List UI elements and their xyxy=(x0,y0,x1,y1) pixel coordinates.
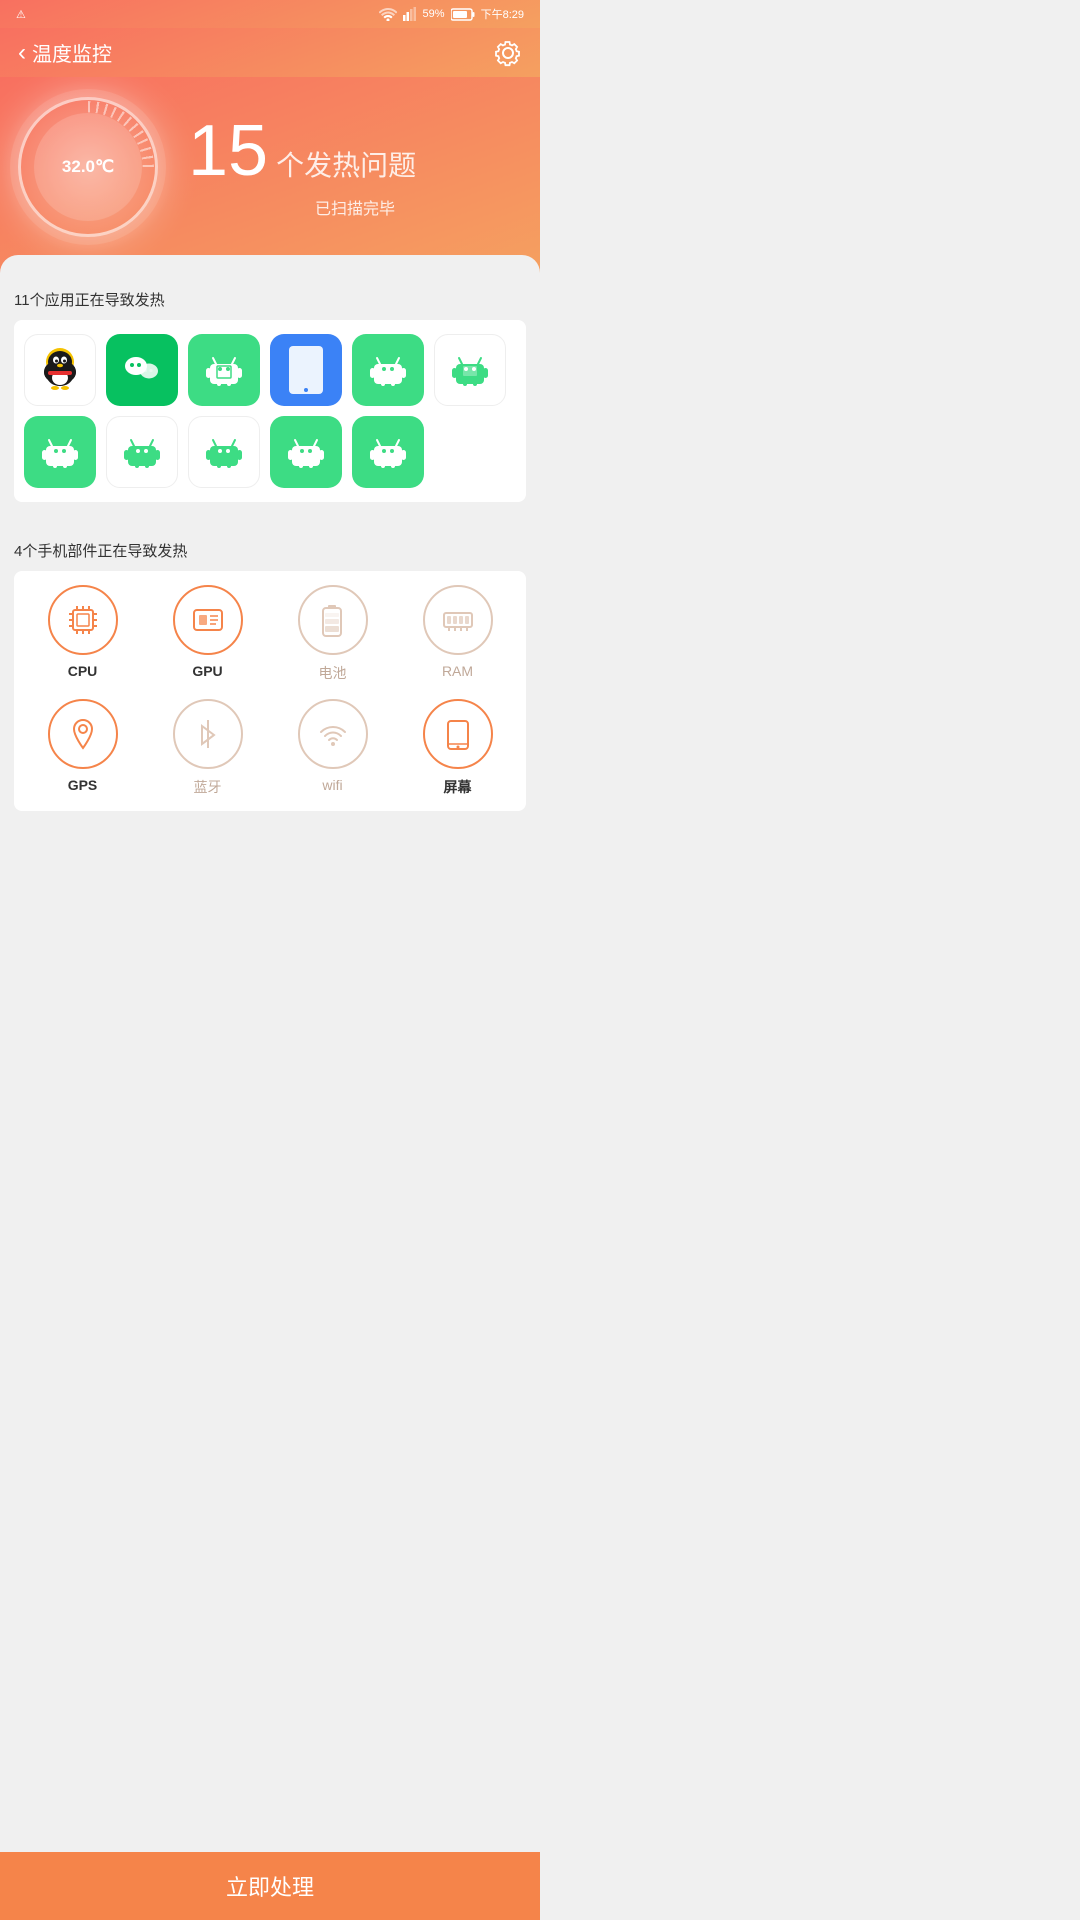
list-item[interactable] xyxy=(270,334,342,406)
gpu-item[interactable]: GPU xyxy=(149,585,266,683)
ram-label: RAM xyxy=(442,663,473,679)
back-button[interactable]: ‹ 温度监控 xyxy=(18,38,112,67)
wifi-item[interactable]: wifi xyxy=(274,699,391,797)
list-item[interactable] xyxy=(270,416,342,488)
battery-item[interactable]: 电池 xyxy=(274,585,391,683)
android-icon xyxy=(118,428,166,476)
ram-icon xyxy=(440,602,476,638)
wifi-status-icon xyxy=(379,7,397,21)
bluetooth-label: 蓝牙 xyxy=(194,777,222,797)
temperature-gauge: 32.0℃ xyxy=(18,97,158,237)
warning-icon: ⚠ xyxy=(16,8,26,21)
list-item[interactable] xyxy=(352,334,424,406)
issue-count: 15 xyxy=(188,115,268,187)
cpu-icon xyxy=(65,602,101,638)
gps-circle xyxy=(48,699,118,769)
list-item[interactable] xyxy=(434,334,506,406)
app-grid xyxy=(24,334,516,488)
issue-desc: 个发热问题 xyxy=(276,144,416,184)
list-item[interactable] xyxy=(106,416,178,488)
temperature-value: 32.0℃ xyxy=(62,157,114,177)
page-title: 温度监控 xyxy=(32,38,112,67)
android-icon xyxy=(282,428,330,476)
battery-circle xyxy=(298,585,368,655)
list-item[interactable] xyxy=(188,416,260,488)
list-item[interactable] xyxy=(106,334,178,406)
battery-percent: 59% xyxy=(423,8,445,20)
list-item[interactable] xyxy=(352,416,424,488)
cpu-label: CPU xyxy=(68,663,98,679)
qq-icon xyxy=(32,342,88,398)
list-item[interactable] xyxy=(188,334,260,406)
gps-label: GPS xyxy=(68,777,98,793)
wifi-icon xyxy=(315,716,351,752)
screen-item[interactable]: 屏幕 xyxy=(399,699,516,797)
android-icon xyxy=(446,346,494,394)
screen-label: 屏幕 xyxy=(444,777,472,797)
back-icon: ‹ xyxy=(18,39,26,67)
components-card: CPU GPU xyxy=(14,571,526,811)
battery-label: 电池 xyxy=(319,663,347,683)
bluetooth-item[interactable]: 蓝牙 xyxy=(149,699,266,797)
cpu-circle xyxy=(48,585,118,655)
scan-status: 已扫描完毕 xyxy=(188,195,522,219)
battery-icon xyxy=(315,602,351,638)
apps-section-title: 11个应用正在导致发热 xyxy=(14,289,526,310)
wechat-icon xyxy=(117,345,167,395)
app-header: ‹ 温度监控 xyxy=(0,28,540,77)
bluetooth-circle xyxy=(173,699,243,769)
gps-icon xyxy=(65,716,101,752)
components-section-title: 4个手机部件正在导致发热 xyxy=(14,540,526,561)
ram-circle xyxy=(423,585,493,655)
wifi-label: wifi xyxy=(322,777,342,793)
process-button[interactable]: 立即处理 xyxy=(0,1852,540,1920)
hero-info: 15 个发热问题 已扫描完毕 xyxy=(188,115,522,219)
hero-section: 32.0℃ 15 个发热问题 已扫描完毕 xyxy=(0,77,540,273)
list-item[interactable] xyxy=(24,334,96,406)
tablet-icon xyxy=(285,344,327,396)
component-grid: CPU GPU xyxy=(24,585,516,797)
android-icon xyxy=(36,428,84,476)
list-item[interactable] xyxy=(24,416,96,488)
apps-section: 11个应用正在导致发热 xyxy=(0,273,540,524)
settings-button[interactable] xyxy=(494,39,522,67)
android-icon xyxy=(200,428,248,476)
signal-icon xyxy=(403,7,417,21)
gear-icon xyxy=(494,39,522,67)
android-icon xyxy=(364,428,412,476)
gpu-label: GPU xyxy=(192,663,222,679)
apps-card xyxy=(14,320,526,502)
bluetooth-icon xyxy=(190,716,226,752)
cpu-item[interactable]: CPU xyxy=(24,585,141,683)
wifi-circle xyxy=(298,699,368,769)
gpu-icon xyxy=(190,602,226,638)
components-section: 4个手机部件正在导致发热 xyxy=(0,524,540,833)
ram-item[interactable]: RAM xyxy=(399,585,516,683)
screen-circle xyxy=(423,699,493,769)
time: 下午8:29 xyxy=(481,6,524,22)
status-bar: ⚠ 59% 下午8:29 xyxy=(0,0,540,28)
android-icon xyxy=(364,346,412,394)
gps-item[interactable]: GPS xyxy=(24,699,141,797)
gpu-circle xyxy=(173,585,243,655)
android-icon xyxy=(200,346,248,394)
battery-icon xyxy=(451,8,475,21)
screen-icon xyxy=(440,716,476,752)
